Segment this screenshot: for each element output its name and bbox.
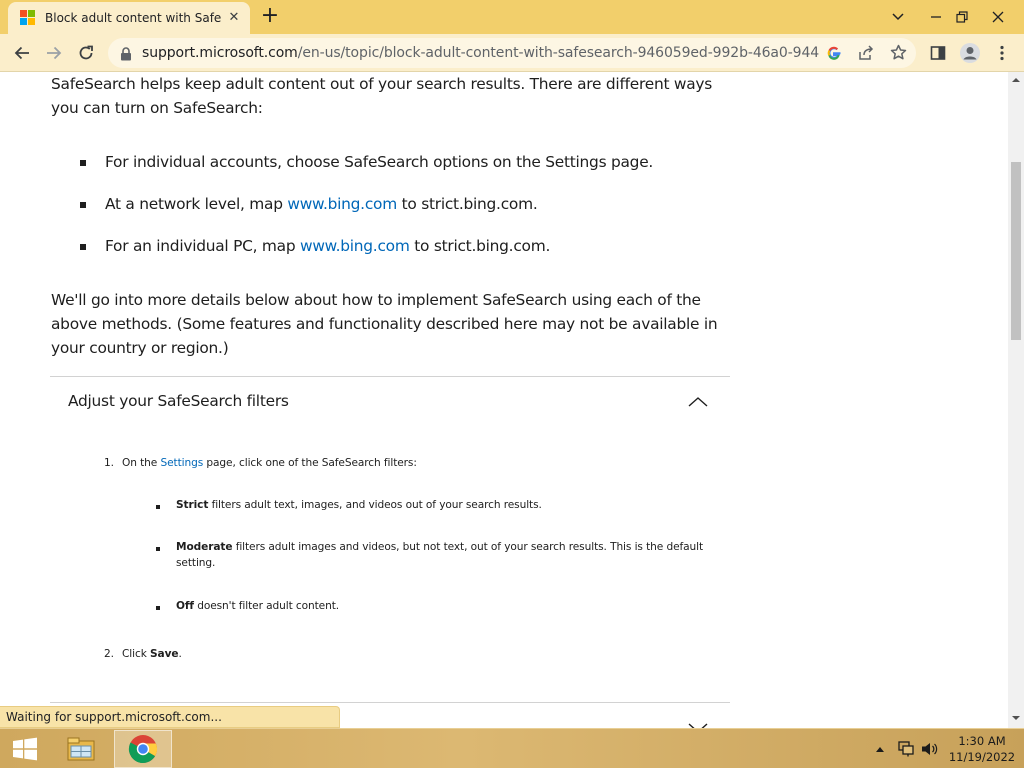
reload-icon[interactable] bbox=[72, 39, 100, 67]
scroll-up-arrow-icon[interactable] bbox=[1012, 76, 1020, 84]
profile-icon[interactable] bbox=[956, 39, 984, 67]
chrome-icon[interactable] bbox=[114, 730, 172, 768]
tab-active[interactable]: Block adult content with SafeSearch ✕ bbox=[8, 2, 250, 34]
clock-date: 11/19/2022 bbox=[948, 750, 1016, 764]
taskbar: 1:30 AM 11/19/2022 bbox=[0, 728, 1024, 768]
bing-link[interactable]: www.bing.com bbox=[300, 237, 410, 255]
side-panel-icon[interactable] bbox=[924, 39, 952, 67]
step-text: Click Save. bbox=[122, 648, 182, 660]
more-vert-icon[interactable] bbox=[988, 39, 1016, 67]
network-icon[interactable] bbox=[894, 729, 918, 768]
step-text-part: On the bbox=[122, 457, 161, 469]
step-text-part: Click bbox=[122, 648, 151, 660]
divider bbox=[50, 702, 730, 703]
filter-name: Moderate bbox=[176, 541, 233, 553]
filter-desc: doesn't filter adult content. bbox=[193, 600, 340, 612]
page-viewport: SafeSearch helps keep adult content out … bbox=[0, 72, 1008, 728]
bullet bbox=[80, 202, 86, 208]
step-text: On the Settings page, click one of the S… bbox=[122, 457, 417, 469]
close-icon[interactable]: ✕ bbox=[226, 10, 242, 26]
filter-desc: filters adult images and videos, but not… bbox=[232, 541, 704, 553]
bullet-text: At a network level, map bbox=[105, 195, 288, 213]
star-icon[interactable] bbox=[890, 44, 907, 65]
bullet bbox=[156, 505, 160, 509]
url-path: /en-us/topic/block-adult-content-with-sa… bbox=[297, 45, 820, 61]
system-clock[interactable]: 1:30 AM 11/19/2022 bbox=[944, 733, 1020, 765]
volume-icon[interactable] bbox=[918, 729, 942, 768]
microsoft-logo-icon bbox=[20, 10, 36, 26]
filter-name: Off bbox=[176, 600, 194, 612]
filter-moderate: Moderate filters adult images and videos… bbox=[176, 541, 703, 553]
url-text[interactable]: support.microsoft.com/en-us/topic/block-… bbox=[142, 45, 820, 61]
step-number: 2. bbox=[104, 648, 114, 660]
chevron-up-icon[interactable] bbox=[686, 394, 710, 410]
step-number: 1. bbox=[104, 457, 114, 469]
tab-title: Block adult content with SafeSearch bbox=[45, 11, 221, 25]
chevron-down-icon[interactable] bbox=[880, 0, 916, 34]
settings-link[interactable]: Settings bbox=[160, 457, 203, 469]
scroll-down-arrow-icon[interactable] bbox=[1012, 714, 1020, 722]
bullet-text: For an individual PC, map bbox=[105, 237, 300, 255]
share-icon[interactable] bbox=[858, 45, 874, 65]
filter-off: Off doesn't filter adult content. bbox=[176, 600, 339, 612]
bullet bbox=[80, 244, 86, 250]
bullet bbox=[156, 606, 160, 610]
bullet bbox=[80, 160, 86, 166]
bing-link[interactable]: www.bing.com bbox=[287, 195, 397, 213]
save-label: Save bbox=[150, 648, 179, 660]
filter-name: Strict bbox=[176, 499, 209, 511]
filter-strict: Strict filters adult text, images, and v… bbox=[176, 499, 542, 511]
tab-strip: Block adult content with SafeSearch ✕ + bbox=[0, 0, 1024, 34]
filter-desc: filters adult text, images, and videos o… bbox=[208, 499, 542, 511]
bullet bbox=[156, 547, 160, 551]
divider bbox=[50, 376, 730, 377]
chevron-down-icon[interactable] bbox=[686, 720, 710, 728]
list-item-text: At a network level, map www.bing.com to … bbox=[105, 195, 538, 213]
address-bar[interactable]: support.microsoft.com/en-us/topic/block-… bbox=[108, 38, 916, 68]
url-domain: support.microsoft.com bbox=[142, 45, 298, 61]
plus-icon[interactable]: + bbox=[258, 5, 282, 29]
windows-start-icon[interactable] bbox=[4, 730, 46, 768]
step-text-part: . bbox=[178, 648, 182, 660]
intro-paragraph: SafeSearch helps keep adult content out … bbox=[51, 75, 713, 117]
google-icon[interactable] bbox=[826, 45, 842, 65]
lock-icon[interactable] bbox=[120, 46, 132, 65]
scrollbar-thumb[interactable] bbox=[1011, 162, 1021, 340]
details-paragraph: We'll go into more details below about h… bbox=[51, 291, 718, 357]
vertical-scrollbar[interactable] bbox=[1008, 72, 1024, 728]
restore-icon[interactable] bbox=[944, 0, 980, 34]
bullet-text: to strict.bing.com. bbox=[396, 195, 538, 213]
filter-desc-continued: setting. bbox=[176, 557, 216, 569]
clock-time: 1:30 AM bbox=[958, 734, 1006, 748]
status-bubble: Waiting for support.microsoft.com... bbox=[0, 706, 340, 728]
step-text-part: page, click one of the SafeSearch filter… bbox=[203, 457, 417, 469]
close-window-icon[interactable] bbox=[980, 0, 1016, 34]
list-item-text: For individual accounts, choose SafeSear… bbox=[105, 153, 653, 171]
bullet-text: to strict.bing.com. bbox=[409, 237, 551, 255]
file-explorer-icon[interactable] bbox=[58, 730, 104, 768]
list-item-text: For an individual PC, map www.bing.com t… bbox=[105, 237, 550, 255]
browser-toolbar: support.microsoft.com/en-us/topic/block-… bbox=[0, 34, 1024, 72]
accordion-title[interactable]: Adjust your SafeSearch filters bbox=[68, 392, 289, 410]
show-hidden-icons[interactable] bbox=[872, 729, 888, 768]
back-arrow-icon[interactable] bbox=[8, 39, 36, 67]
bullet-text: For individual accounts, choose SafeSear… bbox=[105, 153, 654, 171]
forward-arrow-icon[interactable] bbox=[40, 39, 68, 67]
